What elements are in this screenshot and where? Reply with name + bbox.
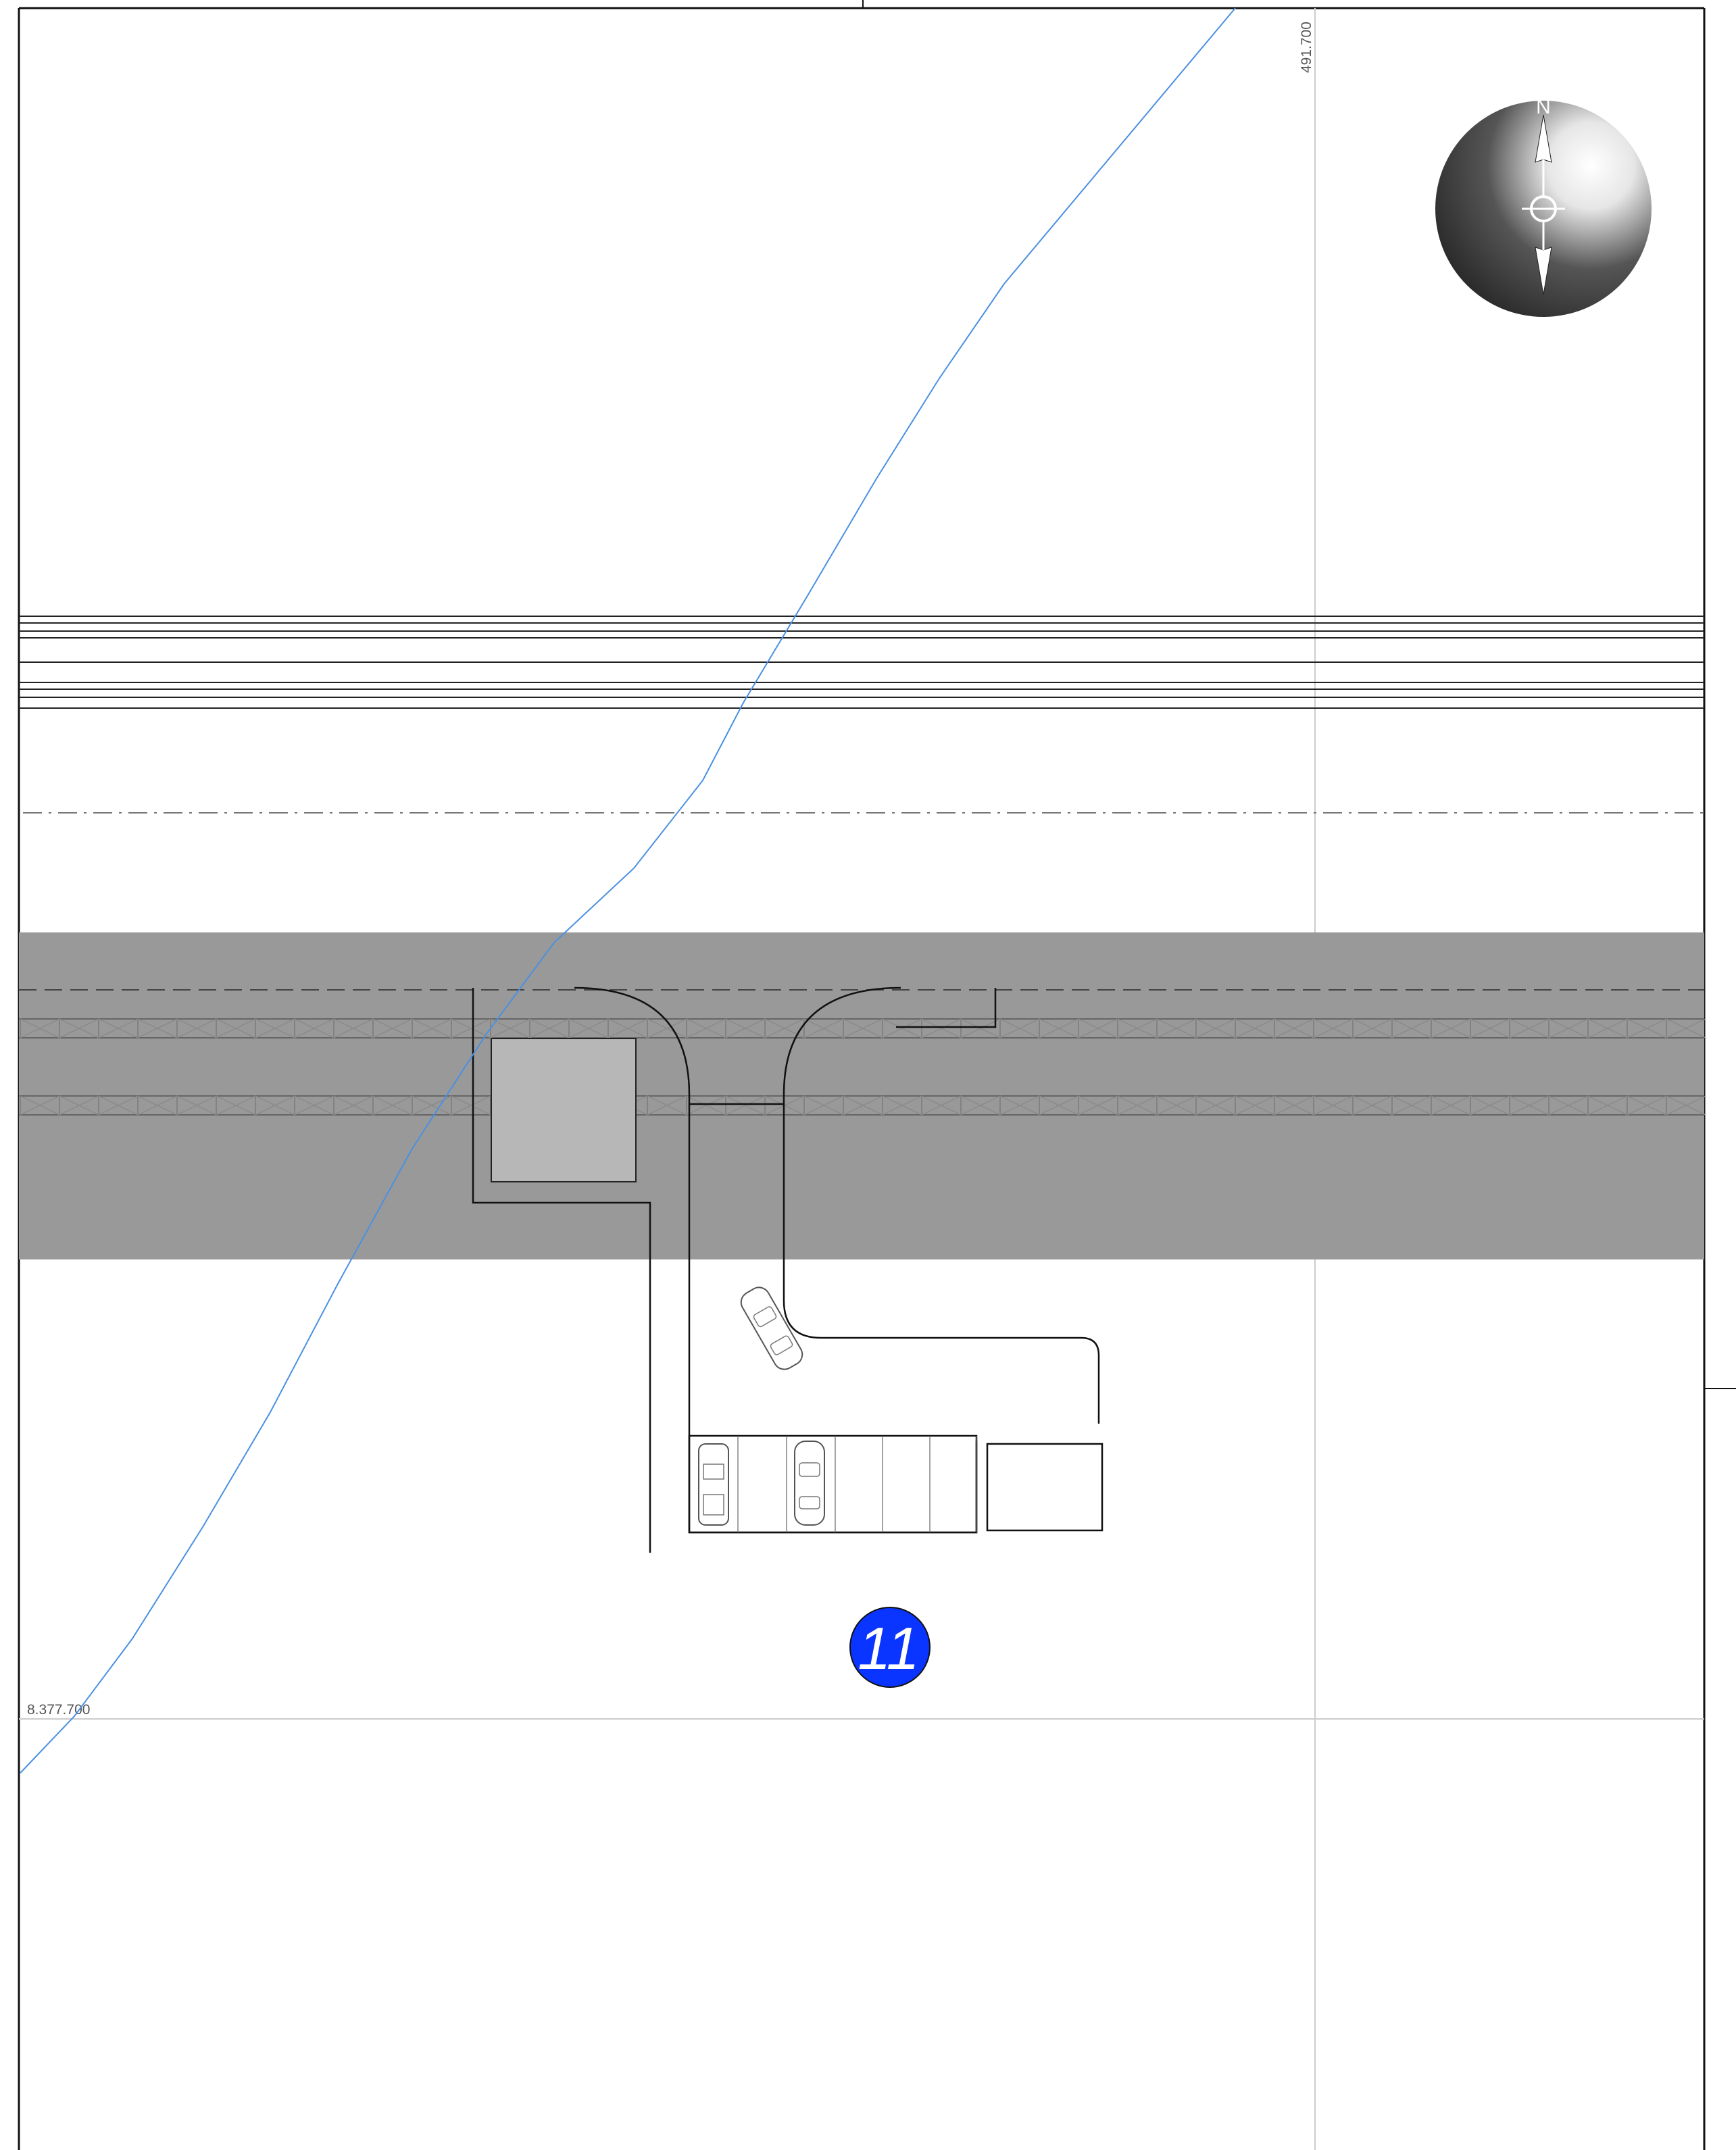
easting-label: 491.700 bbox=[1299, 22, 1314, 73]
plot-number-badge: 11 bbox=[849, 1607, 931, 1688]
car-parked-left bbox=[698, 1443, 729, 1526]
contour-line bbox=[20, 7, 1236, 1774]
parking-bays bbox=[688, 1434, 1103, 1534]
car-parked-right bbox=[794, 1441, 825, 1526]
site-plan-drawing: 491.700 8.377.700 11 N bbox=[18, 0, 1736, 2150]
plot-number-text: 11 bbox=[858, 1615, 919, 1682]
north-arrow-compass: N bbox=[1435, 96, 1652, 317]
building bbox=[491, 1038, 637, 1182]
northing-label: 8.377.700 bbox=[27, 1702, 90, 1718]
car-driving bbox=[740, 1286, 803, 1370]
north-label: N bbox=[1536, 96, 1551, 118]
highway-lines bbox=[19, 616, 1704, 709]
